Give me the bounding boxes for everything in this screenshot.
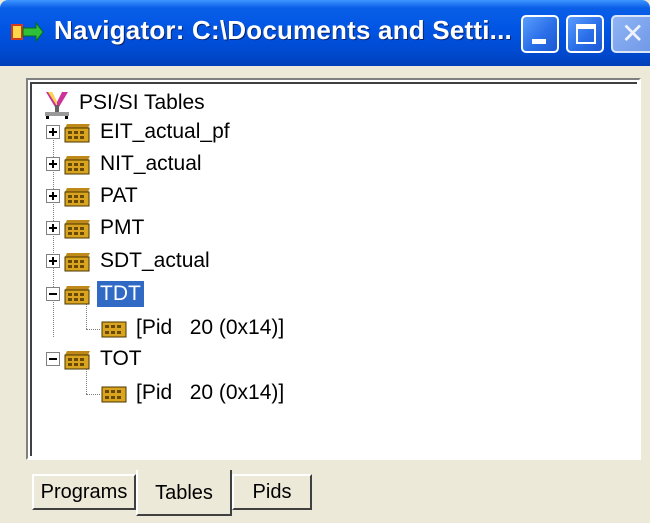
- minimize-icon: [532, 39, 546, 44]
- expand-icon[interactable]: [46, 254, 60, 268]
- tree-item-label-selected: TDT: [96, 280, 145, 308]
- tree-inner: PSI/SI Tables EIT_actual_pf NIT_actual P…: [30, 82, 637, 456]
- tree-item-label: PMT: [100, 216, 145, 239]
- collapse-icon[interactable]: [46, 352, 60, 366]
- tree-item-sdt-actual[interactable]: SDT_actual: [32, 246, 332, 276]
- tree-item-label: EIT_actual_pf: [100, 120, 230, 143]
- tree-root-label: PSI/SI Tables: [79, 91, 205, 114]
- tab-tables[interactable]: Tables: [136, 470, 232, 516]
- tree-item-tdt[interactable]: TDT: [32, 279, 332, 309]
- tree-item-tot[interactable]: TOT: [32, 344, 332, 374]
- tree-child-label: [Pid 20 (0x14)]: [136, 316, 285, 339]
- maximize-icon: [576, 24, 596, 44]
- expand-icon[interactable]: [46, 189, 60, 203]
- table-icon: [101, 386, 127, 403]
- table-icon: [64, 220, 90, 239]
- window-title: Navigator: C:\Documents and Setti...: [54, 15, 512, 45]
- table-icon: [101, 321, 127, 338]
- tree-item-label: NIT_actual: [100, 152, 202, 175]
- expand-icon[interactable]: [46, 157, 60, 171]
- expand-icon[interactable]: [46, 221, 60, 235]
- tree-item-label: PAT: [100, 184, 138, 207]
- tree-child-tdt-pid[interactable]: [Pid 20 (0x14)]: [32, 313, 372, 343]
- tables-tree-view[interactable]: PSI/SI Tables EIT_actual_pf NIT_actual P…: [26, 78, 641, 460]
- table-icon: [64, 253, 90, 272]
- collapse-icon[interactable]: [46, 287, 60, 301]
- minimize-button[interactable]: [521, 15, 559, 53]
- table-icon: [64, 124, 90, 143]
- close-icon: ✕: [621, 18, 645, 49]
- table-icon: [64, 156, 90, 175]
- tab-pids[interactable]: Pids: [232, 474, 312, 510]
- tree-item-pmt[interactable]: PMT: [32, 213, 332, 243]
- tree-item-label: TOT: [100, 347, 142, 370]
- tree-item-label: SDT_actual: [100, 249, 210, 272]
- table-icon: [64, 188, 90, 207]
- tree-item-eit-actual-pf[interactable]: EIT_actual_pf: [32, 117, 332, 147]
- tree-item-nit-actual[interactable]: NIT_actual: [32, 149, 332, 179]
- table-icon: [64, 351, 90, 370]
- title-bar[interactable]: Navigator: C:\Documents and Setti... ✕: [0, 0, 650, 66]
- tree-root[interactable]: PSI/SI Tables: [40, 88, 240, 119]
- expand-icon[interactable]: [46, 125, 60, 139]
- navigator-window: Navigator: C:\Documents and Setti... ✕ P…: [0, 0, 650, 523]
- navigator-app-icon: [11, 21, 44, 43]
- tree-child-tot-pid[interactable]: [Pid 20 (0x14)]: [32, 378, 372, 408]
- tree-item-pat[interactable]: PAT: [32, 181, 332, 211]
- tree-child-label: [Pid 20 (0x14)]: [136, 381, 285, 404]
- tab-programs[interactable]: Programs: [32, 474, 136, 510]
- close-button[interactable]: ✕: [611, 15, 650, 53]
- maximize-button[interactable]: [566, 15, 604, 53]
- antenna-icon: [45, 92, 69, 119]
- table-icon: [64, 286, 90, 305]
